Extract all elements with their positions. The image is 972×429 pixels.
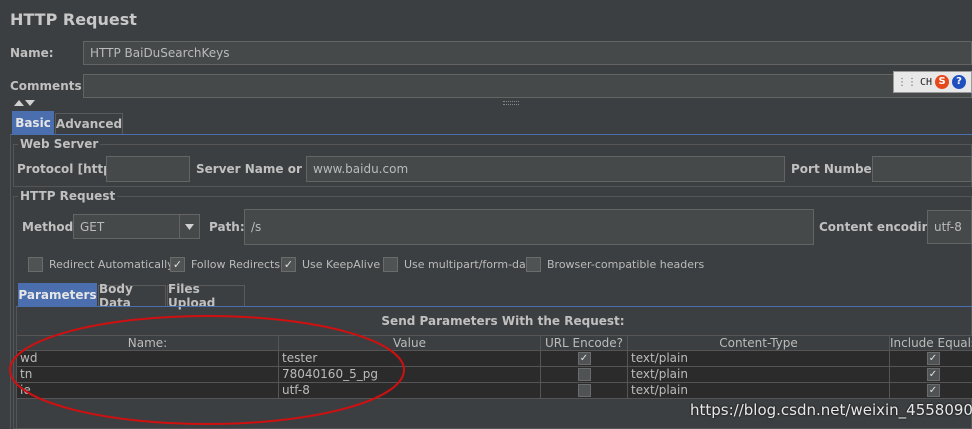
name-label: Name: [10, 46, 54, 60]
method-value: GET [80, 219, 105, 234]
sogou-icon[interactable]: S [935, 75, 950, 89]
column-header-url-encode[interactable]: URL Encode? [541, 335, 628, 351]
server-label: Server Name or IP: [196, 162, 325, 176]
url-encode-checkbox[interactable] [577, 368, 591, 381]
include-equals-cell[interactable]: ✓ [890, 351, 972, 367]
param-name-cell[interactable]: tn [17, 367, 279, 383]
column-header-include-equals[interactable]: Include Equals? [890, 335, 972, 351]
redirect-automatically-option[interactable]: Redirect Automatically [28, 257, 174, 272]
web-server-legend: Web Server [18, 137, 101, 151]
path-label: Path: [209, 220, 245, 234]
http-request-legend: HTTP Request [18, 189, 118, 203]
collapse-arrows-icon[interactable] [12, 97, 36, 111]
url-encode-cell[interactable] [541, 383, 628, 399]
include-equals-checkbox[interactable]: ✓ [926, 352, 940, 365]
column-header-name[interactable]: Name: [17, 335, 279, 351]
follow-redirects-option[interactable]: ✓ Follow Redirects [170, 257, 280, 272]
url-encode-cell[interactable]: ✓ [541, 351, 628, 367]
tab-basic[interactable]: Basic [12, 111, 54, 134]
content-type-cell[interactable]: text/plain [628, 351, 890, 367]
protocol-input[interactable] [106, 156, 190, 182]
use-keepalive-label: Use KeepAlive [302, 258, 381, 271]
parameters-title: Send Parameters With the Request: [381, 314, 625, 328]
param-name-cell[interactable]: ie [17, 383, 279, 399]
param-name-cell[interactable]: wd [17, 351, 279, 367]
browser-compatible-checkbox[interactable] [526, 257, 541, 272]
tab-files-upload[interactable]: Files Upload [167, 282, 245, 310]
table-row[interactable]: wd tester ✓ text/plain ✓ [17, 351, 972, 367]
use-multipart-label: Use multipart/form-data [404, 258, 537, 271]
param-value-cell[interactable]: tester [279, 351, 541, 367]
include-equals-checkbox[interactable]: ✓ [926, 384, 940, 397]
include-equals-cell[interactable]: ✓ [890, 367, 972, 383]
column-header-content-type[interactable]: Content-Type [628, 335, 890, 351]
content-type-cell[interactable]: text/plain [628, 367, 890, 383]
table-header-row: Name: Value URL Encode? Content-Type Inc… [17, 335, 972, 351]
use-keepalive-checkbox[interactable]: ✓ [281, 257, 296, 272]
port-input[interactable] [872, 156, 972, 182]
ime-mode-label[interactable]: CH [920, 77, 932, 88]
table-row[interactable]: tn 78040160_5_pg text/plain ✓ [17, 367, 972, 383]
server-input[interactable]: www.baidu.com [306, 156, 785, 182]
use-multipart-option[interactable]: Use multipart/form-data [383, 257, 537, 272]
follow-redirects-checkbox[interactable]: ✓ [170, 257, 185, 272]
name-input[interactable]: HTTP BaiDuSearchKeys [83, 41, 972, 65]
use-keepalive-option[interactable]: ✓ Use KeepAlive [281, 257, 380, 272]
redirect-automatically-label: Redirect Automatically [49, 258, 174, 271]
tab-body-data[interactable]: Body Data [98, 282, 166, 310]
chevron-down-icon[interactable] [179, 215, 199, 238]
url-encode-cell[interactable] [541, 367, 628, 383]
page-title: HTTP Request [10, 10, 137, 29]
port-label: Port Number: [791, 162, 883, 176]
browser-compatible-label: Browser-compatible headers [547, 258, 705, 271]
param-value-cell[interactable]: 78040160_5_pg [279, 367, 541, 383]
splitter-grip-icon[interactable] [503, 101, 519, 105]
tab-parameters[interactable]: Parameters [18, 283, 97, 306]
include-equals-checkbox[interactable]: ✓ [926, 368, 940, 381]
path-input[interactable]: /s [244, 209, 814, 245]
use-multipart-checkbox[interactable] [383, 257, 398, 272]
comments-input[interactable] [83, 74, 972, 98]
method-label: Method: [22, 220, 78, 234]
content-encoding-input[interactable]: utf-8 [927, 210, 972, 244]
ime-toolbar[interactable]: ⋮⋮ CH S ? [893, 71, 972, 93]
table-row[interactable]: ie utf-8 text/plain ✓ [17, 383, 972, 399]
redirect-automatically-checkbox[interactable] [28, 257, 43, 272]
browser-compatible-option[interactable]: Browser-compatible headers [526, 257, 704, 272]
content-encoding-label: Content encoding: [819, 220, 944, 234]
help-icon[interactable]: ? [952, 75, 967, 89]
url-encode-checkbox[interactable] [577, 384, 591, 397]
grip-icon: ⋮⋮ [897, 76, 917, 88]
comments-label: Comments: [10, 79, 87, 93]
url-encode-checkbox[interactable]: ✓ [577, 352, 591, 365]
param-value-cell[interactable]: utf-8 [279, 383, 541, 399]
tab-advanced[interactable]: Advanced [55, 113, 123, 134]
column-header-value[interactable]: Value [279, 335, 541, 351]
follow-redirects-label: Follow Redirects [191, 258, 281, 271]
watermark-text: https://blog.csdn.net/weixin_45580903 [690, 401, 972, 419]
content-type-cell[interactable]: text/plain [628, 383, 890, 399]
include-equals-cell[interactable]: ✓ [890, 383, 972, 399]
